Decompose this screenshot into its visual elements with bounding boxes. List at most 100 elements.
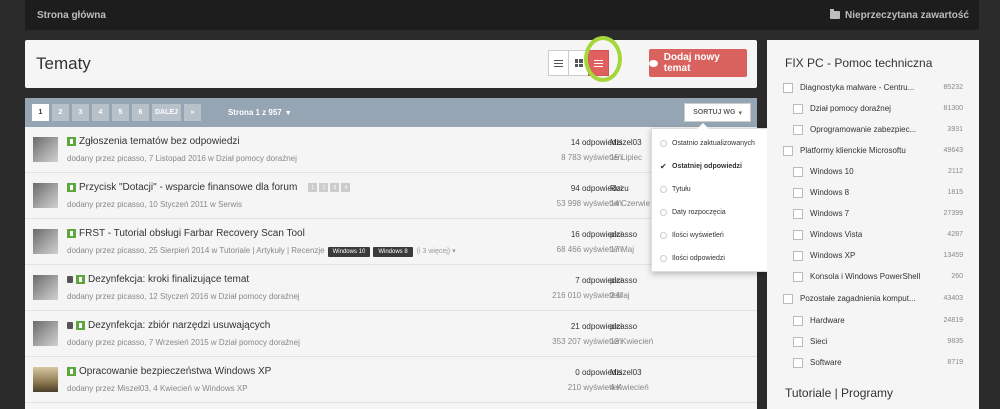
page-4-button[interactable]: 4	[92, 104, 109, 121]
avatar[interactable]	[33, 137, 58, 162]
topic-title-link[interactable]: Przycisk "Dotacji" - wsparcie finansowe …	[79, 182, 297, 193]
checkmark-icon: ✔	[660, 162, 667, 171]
folder-icon	[830, 9, 841, 19]
sidebar-item-count: 13459	[943, 252, 963, 259]
checkbox[interactable]	[793, 166, 803, 177]
topic-page-link[interactable]: 1	[308, 183, 318, 192]
page-jump[interactable]: Strona 1 z 957 ▼	[228, 108, 292, 117]
breadcrumb-home-label: Strona główna	[37, 9, 106, 21]
last-poster-link[interactable]: Rozu	[610, 184, 629, 193]
avatar[interactable]	[33, 321, 58, 346]
checkbox[interactable]	[793, 208, 803, 219]
last-post-date: 15 Lipiec	[610, 153, 643, 162]
last-post-date: 4 Kwiecień	[610, 383, 649, 392]
sort-option-replies[interactable]: Ilości odpowiedzi	[652, 247, 768, 270]
sidebar-item-security-software[interactable]: Oprogramowanie zabezpiec... 3931	[793, 119, 963, 140]
page-6-button[interactable]: 6	[132, 104, 149, 121]
table-row: Przycisk "Dotacji" - wsparcie finansowe …	[25, 173, 757, 219]
sidebar-item-powershell[interactable]: Konsola i Windows PowerShell 260	[793, 266, 963, 287]
topic-title-link[interactable]: Zgłoszenia tematów bez odpowiedzi	[79, 136, 240, 147]
add-topic-button[interactable]: Dodaj nowy temat	[649, 49, 747, 77]
sidebar-item-label: Pozostałe zagadnienia komput...	[800, 294, 916, 303]
avatar[interactable]	[33, 275, 58, 300]
pinned-icon	[67, 367, 76, 376]
topic-title-link[interactable]: Opracowanie bezpieczeństwa Windows XP	[79, 366, 271, 377]
topic-page-link[interactable]: 3	[330, 183, 340, 192]
sidebar-item-windows-8[interactable]: Windows 8 1815	[793, 182, 963, 203]
tag-badge[interactable]: Windows 10	[327, 247, 371, 257]
checkbox[interactable]	[793, 315, 803, 326]
unread-content-link[interactable]: Nieprzeczytana zawartość	[830, 0, 969, 30]
last-poster-link[interactable]: picasso	[610, 322, 637, 331]
checkbox[interactable]	[783, 145, 793, 156]
checkbox[interactable]	[793, 336, 803, 347]
breadcrumb-home[interactable]: Strona główna	[25, 0, 126, 30]
sidebar-item-windows-xp[interactable]: Windows XP 13459	[793, 245, 963, 266]
sidebar-item-label: Software	[810, 358, 842, 367]
sidebar-item-windows-7[interactable]: Windows 7 27399	[793, 203, 963, 224]
sort-option-start-date[interactable]: Daty rozpoczęcia	[652, 201, 768, 224]
checkbox[interactable]	[793, 250, 803, 261]
sidebar-item-label: Dział pomocy doraźnej	[810, 104, 891, 113]
sidebar-item-software[interactable]: Software 8719	[793, 352, 963, 373]
pinned-icon	[76, 275, 85, 284]
topic-page-link[interactable]: 2	[319, 183, 329, 192]
checkbox[interactable]	[783, 82, 793, 93]
topic-title-link[interactable]: FRST - Tutorial obsługi Farbar Recovery …	[79, 228, 305, 239]
last-poster-link[interactable]: picasso	[610, 276, 637, 285]
tag-badge[interactable]: Windows 8	[373, 247, 413, 257]
sidebar-item-label: Konsola i Windows PowerShell	[810, 272, 921, 281]
sort-option-label: Tytułu	[672, 186, 691, 193]
next-page-button[interactable]: DALEJ	[152, 104, 181, 121]
checkbox[interactable]	[793, 187, 803, 198]
page-2-button[interactable]: 2	[52, 104, 69, 121]
page-1-button[interactable]: 1	[32, 104, 49, 121]
pinned-icon	[76, 321, 85, 330]
sidebar-item-windows-vista[interactable]: Windows Vista 4287	[793, 224, 963, 245]
table-row: Opracowanie bezpieczeństwa Windows XP do…	[25, 357, 757, 403]
topic-list: 1 2 3 4 5 6 DALEJ » Strona 1 z 957 ▼ SORT…	[25, 98, 757, 409]
last-page-button[interactable]: »	[183, 104, 201, 121]
unread-content-label: Nieprzeczytana zawartość	[845, 9, 969, 21]
sidebar-item-hardware[interactable]: Hardware 24819	[793, 310, 963, 331]
checkbox[interactable]	[793, 229, 803, 240]
last-post-date: 13 Kwiecień	[610, 337, 654, 346]
last-poster-link[interactable]: picasso	[610, 230, 637, 239]
page-info-label: Strona 1 z 957	[227, 108, 282, 117]
grid-view-icon	[574, 59, 583, 67]
checkbox[interactable]	[783, 293, 793, 304]
checkbox[interactable]	[793, 103, 803, 114]
sidebar-item-microsoft-platforms[interactable]: Platformy klienckie Microsoftu 49643	[783, 140, 963, 161]
sidebar-item-label: Windows 8	[810, 188, 850, 197]
sidebar-item-other-topics[interactable]: Pozostałe zagadnienia komput... 43403	[783, 288, 963, 309]
sort-option-title[interactable]: Tytułu	[652, 178, 768, 201]
topic-page-link[interactable]: 4	[341, 183, 351, 192]
more-tags-toggle[interactable]: (i 3 więcej) ▾	[417, 248, 456, 255]
sidebar-item-count: 9835	[947, 338, 963, 345]
checkbox[interactable]	[793, 124, 803, 135]
avatar[interactable]	[33, 367, 58, 392]
sort-option-last-reply[interactable]: ✔ Ostatniej odpowiedzi	[652, 155, 768, 178]
view-table-button[interactable]	[548, 50, 569, 76]
sort-option-updated[interactable]: Ostatnio zaktualizowanych	[652, 132, 768, 155]
checkbox[interactable]	[793, 271, 803, 282]
topic-meta: dodany przez Miszel03, 4 Kwiecień w Wind…	[67, 384, 248, 393]
checkbox[interactable]	[793, 357, 803, 368]
sidebar-title: FIX PC - Pomoc techniczna	[785, 56, 933, 70]
last-poster-link[interactable]: Miszel03	[610, 368, 642, 377]
forum-filter-sidebar: FIX PC - Pomoc techniczna Diagnostyka ma…	[767, 40, 979, 409]
sidebar-item-windows-10[interactable]: Windows 10 2112	[793, 161, 963, 182]
topic-title-link[interactable]: Dezynfekcja: kroki finalizujące temat	[88, 274, 249, 285]
sidebar-item-networks[interactable]: Sieci 9835	[793, 331, 963, 352]
sort-button[interactable]: SORTUJ WG ▾	[684, 103, 751, 122]
avatar[interactable]	[33, 229, 58, 254]
topic-title-link[interactable]: Dezynfekcja: zbiór narzędzi usuwających	[88, 320, 270, 331]
page-5-button[interactable]: 5	[112, 104, 129, 121]
sort-option-views[interactable]: Ilości wyświetleń	[652, 224, 768, 247]
pinned-icon	[67, 137, 76, 146]
sidebar-item-malware[interactable]: Diagnostyka malware - Centru... 85232	[783, 77, 963, 98]
avatar[interactable]	[33, 183, 58, 208]
last-poster-link[interactable]: Miszel03	[610, 138, 642, 147]
page-3-button[interactable]: 3	[72, 104, 89, 121]
sidebar-item-emergency[interactable]: Dział pomocy doraźnej 81300	[793, 98, 963, 119]
